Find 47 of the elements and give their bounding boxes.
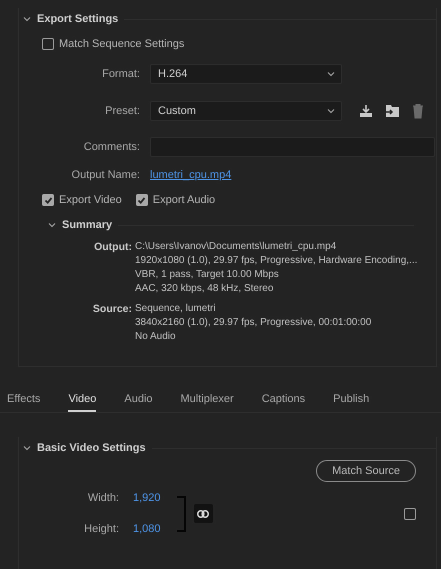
caret-icon (327, 70, 335, 78)
field-label: Width: (86, 492, 119, 504)
output-name-link[interactable]: lumetri_cpu.mp4 (150, 169, 232, 181)
format-dropdown[interactable]: H.264 (150, 64, 342, 84)
summary-title: Summary (62, 219, 112, 231)
tab[interactable]: Publish (333, 389, 370, 412)
caret-icon (327, 107, 335, 115)
chevron-icon[interactable] (23, 444, 31, 452)
download-icon[interactable] (358, 103, 374, 119)
section-title: Export Settings (37, 13, 118, 25)
field-label: Height: (83, 523, 119, 535)
match-source-button[interactable]: Match Source (316, 460, 416, 482)
tab[interactable]: Audio (124, 389, 153, 412)
field-label: Format: (101, 68, 140, 80)
checkbox[interactable] (42, 38, 54, 50)
tab[interactable]: Captions (262, 389, 306, 412)
field-label: Preset: (104, 105, 140, 117)
tab[interactable]: Multiplexer (180, 389, 234, 412)
checkbox-label: Export Video (59, 194, 122, 206)
summary-line: C:\Users\Ivanov\Documents\lumetri_cpu.mp4 (135, 240, 338, 254)
checkbox[interactable] (42, 194, 54, 206)
checkbox[interactable] (136, 194, 148, 206)
checkbox-label: Export Audio (152, 194, 216, 206)
checkbox[interactable] (404, 508, 416, 520)
chevron-icon[interactable] (23, 15, 31, 23)
summary-line: No Audio (135, 330, 177, 344)
preset-dropdown[interactable]: Custom (150, 101, 342, 121)
tab[interactable]: Effects (7, 389, 40, 412)
summary-line: AAC, 320 kbps, 48 kHz, Stereo (135, 282, 274, 296)
section-title: Basic Video Settings (37, 442, 146, 454)
tab[interactable]: Video (68, 389, 96, 412)
summary-label: Source: (92, 302, 133, 317)
number-value[interactable]: 1,920 (133, 492, 161, 504)
summary-line: 3840x2160 (1.0), 29.97 fps, Progressive, 00:01:00:00 (135, 316, 372, 330)
trash-icon[interactable] (410, 103, 426, 119)
folder-import-icon[interactable] (384, 103, 400, 119)
summary-line: VBR, 1 pass, Target 10.00 Mbps (135, 268, 280, 282)
link-icon[interactable] (194, 504, 213, 523)
chevron-icon[interactable] (48, 221, 56, 229)
summary-line: Sequence, lumetri (135, 302, 217, 316)
summary-line: 1920x1080 (1.0), 29.97 fps, Progressive, Hardware Encoding,... (135, 254, 418, 268)
field-label: Output Name: (70, 169, 140, 181)
bracket-icon (176, 496, 186, 532)
checkbox-label: Match Sequence Settings (59, 38, 184, 50)
field-label: Comments: (82, 141, 140, 153)
summary-label: Output: (93, 240, 133, 255)
number-value[interactable]: 1,080 (133, 523, 161, 535)
